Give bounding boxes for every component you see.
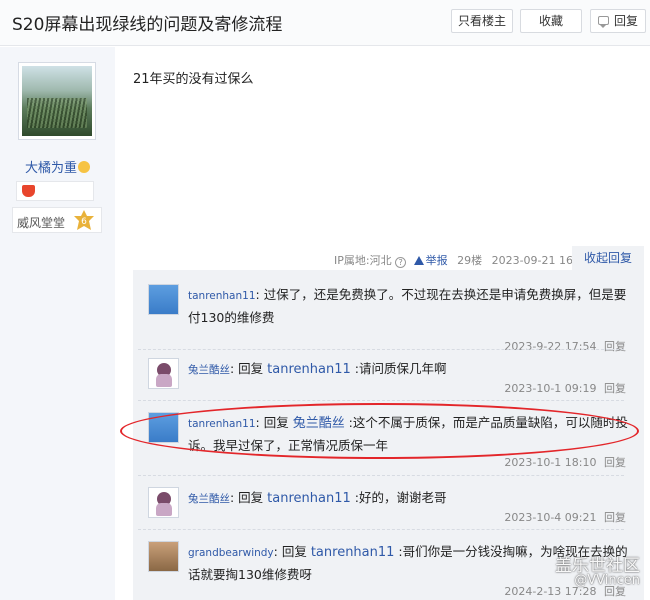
reply-footer: 2023-10-1 18:10 回复	[504, 454, 626, 470]
smile-icon	[78, 161, 90, 173]
reply-button[interactable]: 回复	[590, 9, 646, 33]
reply-prefix: : 回复	[273, 544, 311, 559]
reply-prefix: : 回复	[230, 361, 268, 376]
reply-time: 2023-10-4 09:21	[504, 511, 597, 524]
reply-time: 2023-9-22 17:54	[504, 340, 597, 353]
reply-link[interactable]: 回复	[604, 511, 626, 524]
post-meta: IP属地:河北 ? 举报 29楼 2023-09-21 16:11	[334, 252, 591, 268]
author-sidebar: 大橘为重 威风堂堂 6	[0, 47, 115, 600]
reply-username[interactable]: 兔兰酷丝	[188, 493, 230, 505]
report-label: 举报	[425, 254, 448, 267]
ip-location: IP属地:河北	[334, 254, 392, 267]
reply-link[interactable]: 回复	[604, 340, 626, 353]
reply-button-label: 回复	[613, 14, 638, 28]
reply-footer: 2023-10-1 09:19 回复	[504, 380, 626, 396]
help-icon[interactable]: ?	[395, 257, 407, 268]
medal-box	[16, 181, 94, 201]
reply-footer: 2023-10-4 09:21 回复	[504, 509, 626, 525]
watermark-user: @VVincen	[574, 573, 640, 588]
rank-label: 威风堂堂	[17, 216, 66, 230]
thread-title: S20屏幕出现绿线的问题及寄修流程	[12, 15, 283, 35]
reply-footer: 2023-9-22 17:54 回复	[504, 338, 626, 354]
post-content: 21年买的没有过保么	[133, 72, 254, 87]
reply-target-user[interactable]: tanrenhan11	[311, 545, 395, 560]
comment-icon	[598, 16, 609, 28]
reply-target-user[interactable]: tanrenhan11	[267, 491, 351, 506]
reply-avatar[interactable]	[148, 541, 179, 572]
author-name-text: 大橘为重	[24, 161, 77, 176]
avatar-image	[22, 66, 92, 136]
reply-time: 2023-10-1 09:19	[504, 382, 597, 395]
reply-target-user[interactable]: tanrenhan11	[267, 362, 351, 377]
divider	[138, 349, 624, 350]
rank-level-number: 6	[81, 217, 87, 227]
thread-header: S20屏幕出现绿线的问题及寄修流程 只看楼主 收藏 回复	[0, 0, 650, 46]
reply-username[interactable]: 兔兰酷丝	[188, 364, 230, 376]
reply-prefix: : 回复	[230, 490, 268, 505]
favorite-button[interactable]: 收藏	[520, 9, 582, 33]
reply-content: 兔兰酷丝: 回复 tanrenhan11 :好的，谢谢老哥	[188, 487, 634, 510]
reply-link[interactable]: 回复	[604, 382, 626, 395]
reply-avatar[interactable]	[148, 358, 179, 389]
medal-icon	[22, 185, 35, 197]
divider	[138, 529, 624, 530]
reply-content: 兔兰酷丝: 回复 tanrenhan11 :请问质保几年啊	[188, 358, 634, 381]
floor-number: 29楼	[457, 254, 483, 267]
rank-level-icon: 6	[74, 210, 94, 230]
author-avatar[interactable]	[18, 62, 96, 140]
reply-username[interactable]: tanrenhan11	[188, 290, 256, 302]
collapse-replies-button[interactable]: 收起回复	[572, 246, 644, 270]
reply-content: tanrenhan11: 过保了，还是免费换了。不过现在去换还是申请免费换屏，但…	[188, 284, 634, 328]
highlight-annotation	[120, 403, 639, 459]
reply-avatar[interactable]	[148, 487, 179, 518]
report-link[interactable]: 举报	[413, 252, 448, 268]
reply-avatar[interactable]	[148, 284, 179, 315]
reply-time: 2023-10-1 18:10	[504, 456, 597, 469]
reply-text: :好的，谢谢老哥	[350, 490, 447, 505]
only-op-button[interactable]: 只看楼主	[451, 9, 513, 33]
warning-icon	[413, 256, 424, 265]
reply-username[interactable]: grandbearwindy	[188, 547, 274, 559]
rank-box: 威风堂堂 6	[12, 207, 102, 233]
divider	[138, 400, 624, 401]
reply-text: :请问质保几年啊	[350, 361, 447, 376]
divider	[138, 475, 624, 476]
author-name[interactable]: 大橘为重	[0, 157, 115, 176]
reply-link[interactable]: 回复	[604, 456, 626, 469]
